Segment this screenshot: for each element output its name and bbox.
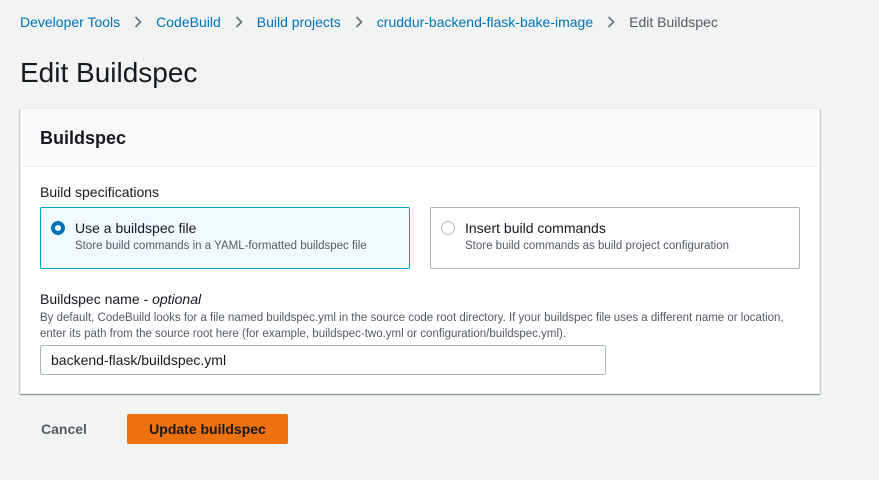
tile-description: Store build commands in a YAML-formatted… [75,240,367,252]
page-title: Edit Buildspec [20,57,198,88]
breadcrumb: Developer Tools CodeBuild Build projects… [20,12,718,32]
breadcrumb-project[interactable]: cruddur-backend-flask-bake-image [377,14,593,30]
tile-use-buildspec-file[interactable]: Use a buildspec file Store build command… [40,207,410,269]
buildspec-container: Buildspec Build specifications Use a bui… [20,108,820,394]
radio-selected-icon[interactable] [51,221,65,235]
breadcrumb-developer-tools[interactable]: Developer Tools [20,14,120,30]
buildspec-name-description: By default, CodeBuild looks for a file n… [40,312,784,340]
container-title: Buildspec [40,128,127,148]
breadcrumb-current: Edit Buildspec [629,14,718,30]
update-buildspec-button[interactable]: Update buildspec [127,414,288,444]
tile-description: Store build commands as build project co… [465,240,730,252]
build-specifications-label: Build specifications [40,184,160,200]
buildspec-name-label: Buildspec name - optional [40,291,201,307]
breadcrumb-build-projects[interactable]: Build projects [257,14,341,30]
tile-insert-build-commands[interactable]: Insert build commands Store build comman… [430,207,800,269]
chevron-right-icon [120,16,156,28]
tile-title: Insert build commands [465,220,606,236]
chevron-right-icon [221,16,257,28]
buildspec-name-input[interactable] [40,345,606,375]
buildspec-name-label-text: Buildspec name - [40,291,153,307]
chevron-right-icon [341,16,377,28]
breadcrumb-codebuild[interactable]: CodeBuild [156,14,221,30]
cancel-button[interactable]: Cancel [28,414,100,444]
container-header: Buildspec [21,109,819,167]
tile-title: Use a buildspec file [75,220,197,236]
radio-unselected-icon[interactable] [441,221,455,235]
chevron-right-icon [593,16,629,28]
optional-tag: optional [152,291,202,307]
